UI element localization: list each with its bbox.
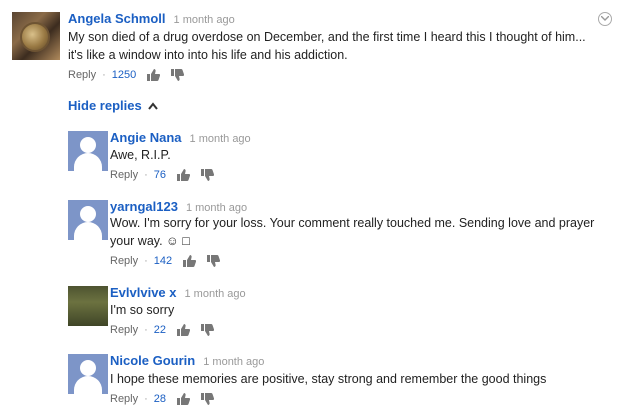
comment-time[interactable]: 1 month ago — [174, 14, 235, 26]
separator-dot: · — [144, 169, 148, 181]
comment-text: My son died of a drug overdose on Decemb… — [68, 28, 586, 64]
reply-text-line: Awe, R.I.P. — [110, 148, 171, 162]
reply-header: Nicole Gourin 1 month ago — [110, 352, 264, 370]
avatar-head-shape — [80, 360, 96, 376]
reply-text-line: I hope these memories are positive, stay… — [110, 372, 547, 386]
avatar[interactable] — [12, 12, 60, 60]
like-count: 22 — [153, 324, 167, 336]
reply-text: I hope these memories are positive, stay… — [110, 370, 546, 388]
avatar-head-shape — [80, 206, 96, 222]
reply-author[interactable]: Evlvlvive x — [110, 285, 177, 300]
reply-time[interactable]: 1 month ago — [190, 133, 251, 145]
reply-time[interactable]: 1 month ago — [203, 356, 264, 368]
reply-text: Awe, R.I.P. — [110, 146, 171, 164]
chevron-up-icon — [147, 102, 158, 110]
thumbs-up-icon[interactable] — [176, 393, 191, 405]
reply-actions: Reply · 142 — [110, 255, 221, 267]
avatar-image — [20, 22, 50, 52]
separator-dot: · — [144, 255, 148, 267]
avatar[interactable] — [68, 286, 108, 326]
separator-dot: · — [102, 69, 106, 81]
reply-button[interactable]: Reply — [110, 393, 138, 405]
separator-dot: · — [144, 324, 148, 336]
reply-text: I'm so sorry — [110, 301, 174, 319]
thumbs-down-icon[interactable] — [206, 255, 221, 267]
hide-replies-button[interactable]: Hide replies — [68, 98, 158, 113]
thumbs-down-icon[interactable] — [170, 69, 185, 81]
reply-button[interactable]: Reply — [110, 169, 138, 181]
avatar-head-shape — [80, 137, 96, 153]
avatar-body-shape — [74, 222, 102, 240]
reply-time[interactable]: 1 month ago — [185, 288, 246, 300]
thumbs-up-icon[interactable] — [182, 255, 197, 267]
avatar[interactable] — [68, 131, 108, 171]
like-count: 1250 — [111, 69, 137, 81]
reply-text-line: I'm so sorry — [110, 303, 175, 317]
reply-actions: Reply · 22 — [110, 324, 215, 336]
comment-actions: Reply · 1250 — [68, 69, 185, 81]
thumbs-up-icon[interactable] — [176, 169, 191, 181]
thumbs-down-icon[interactable] — [200, 393, 215, 405]
reply-author[interactable]: Angie Nana — [110, 130, 182, 145]
reply-actions: Reply · 28 — [110, 393, 215, 405]
comment-author[interactable]: Angela Schmoll — [68, 11, 166, 26]
separator-dot: · — [144, 393, 148, 405]
comment-header: Angela Schmoll 1 month ago — [68, 10, 235, 28]
comment-text-line: My son died of a drug overdose on Decemb… — [68, 30, 586, 44]
reply-header: Angie Nana 1 month ago — [110, 129, 251, 147]
reply-header: Evlvlvive x 1 month ago — [110, 284, 246, 302]
reply-text-line: Wow. I'm sorry for your loss. Your comme… — [110, 216, 595, 230]
thumbs-down-icon[interactable] — [200, 169, 215, 181]
thumbs-down-icon[interactable] — [200, 324, 215, 336]
comment-menu-icon[interactable] — [598, 12, 612, 26]
reply-actions: Reply · 76 — [110, 169, 215, 181]
avatar-body-shape — [74, 376, 102, 394]
avatar[interactable] — [68, 200, 108, 240]
avatar[interactable] — [68, 354, 108, 394]
comment-text-line: it's like a window into into his life an… — [68, 48, 348, 62]
reply-author[interactable]: yarngal123 — [110, 199, 178, 214]
like-count: 28 — [153, 393, 167, 405]
thumbs-up-icon[interactable] — [176, 324, 191, 336]
like-count: 76 — [153, 169, 167, 181]
like-count: 142 — [153, 255, 173, 267]
reply-button[interactable]: Reply — [68, 69, 96, 81]
thumbs-up-icon[interactable] — [146, 69, 161, 81]
reply-button[interactable]: Reply — [110, 255, 138, 267]
hide-replies-label: Hide replies — [68, 98, 142, 113]
reply-time[interactable]: 1 month ago — [186, 202, 247, 214]
reply-text: Wow. I'm sorry for your loss. Your comme… — [110, 214, 594, 250]
reply-text-line: your way. ☺ □ — [110, 234, 190, 248]
reply-button[interactable]: Reply — [110, 324, 138, 336]
avatar-body-shape — [74, 153, 102, 171]
reply-author[interactable]: Nicole Gourin — [110, 353, 195, 368]
